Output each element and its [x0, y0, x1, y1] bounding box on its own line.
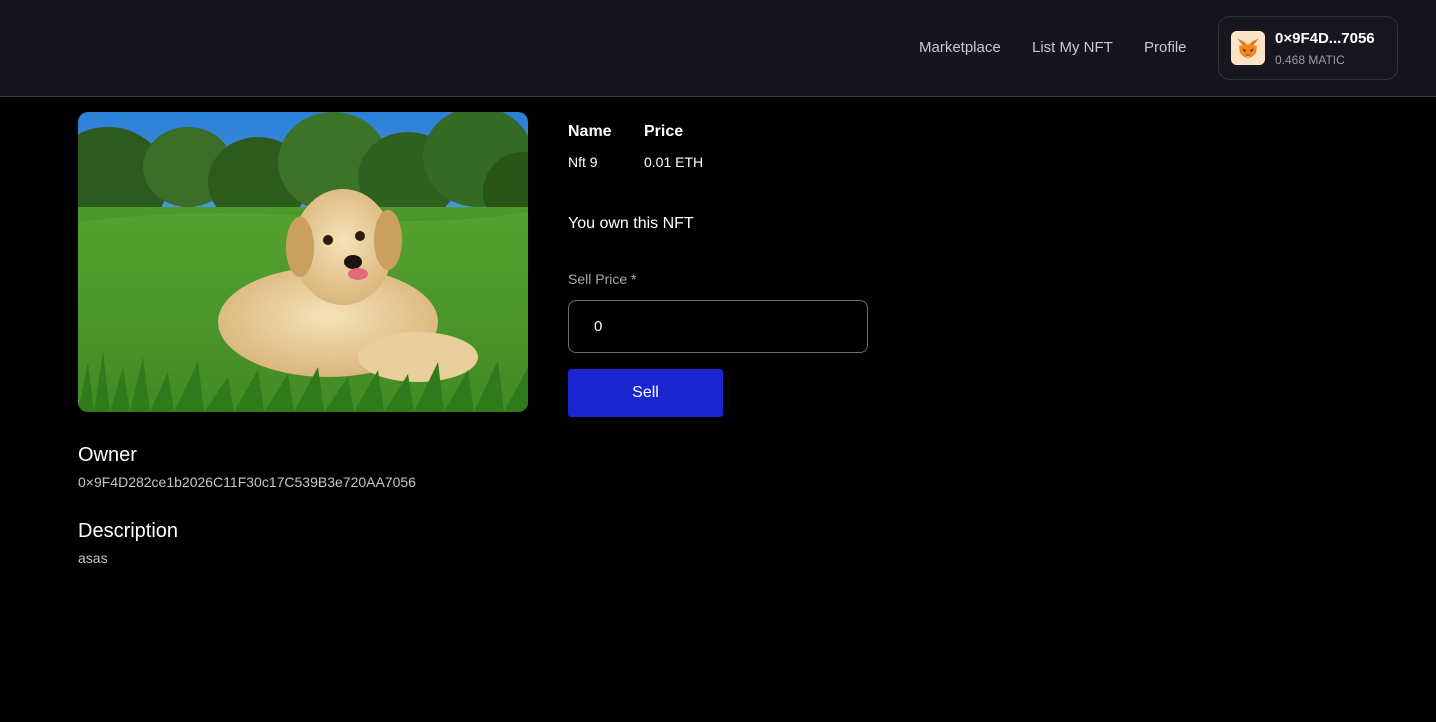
name-heading: Name [568, 123, 612, 140]
price-heading: Price [644, 123, 684, 140]
wallet-address: 0×9F4D...7056 [1275, 30, 1375, 47]
wallet-button[interactable]: 0×9F4D...7056 0.468 MATIC [1218, 16, 1398, 80]
sell-price-label: Sell Price * [568, 271, 637, 287]
top-navbar: Marketplace List My NFT Profile 0×9F4D..… [0, 0, 1436, 97]
ownership-status: You own this NFT [568, 215, 694, 232]
description-heading: Description [78, 520, 179, 542]
description-text: asas [78, 550, 108, 566]
sell-button[interactable]: Sell [568, 369, 723, 417]
nft-name: Nft 9 [568, 154, 598, 170]
nav-link-marketplace[interactable]: Marketplace [919, 39, 1001, 56]
metamask-fox-icon [1231, 31, 1265, 65]
nft-image [78, 112, 528, 412]
nav-link-profile[interactable]: Profile [1144, 39, 1187, 56]
wallet-balance: 0.468 MATIC [1275, 53, 1345, 67]
nft-price: 0.01 ETH [644, 154, 704, 170]
owner-address: 0×9F4D282ce1b2026C11F30c17C539B3e720AA70… [78, 474, 416, 490]
nav-link-list-my-nft[interactable]: List My NFT [1032, 39, 1113, 56]
owner-heading: Owner [78, 444, 137, 466]
sell-price-input[interactable] [568, 300, 868, 353]
